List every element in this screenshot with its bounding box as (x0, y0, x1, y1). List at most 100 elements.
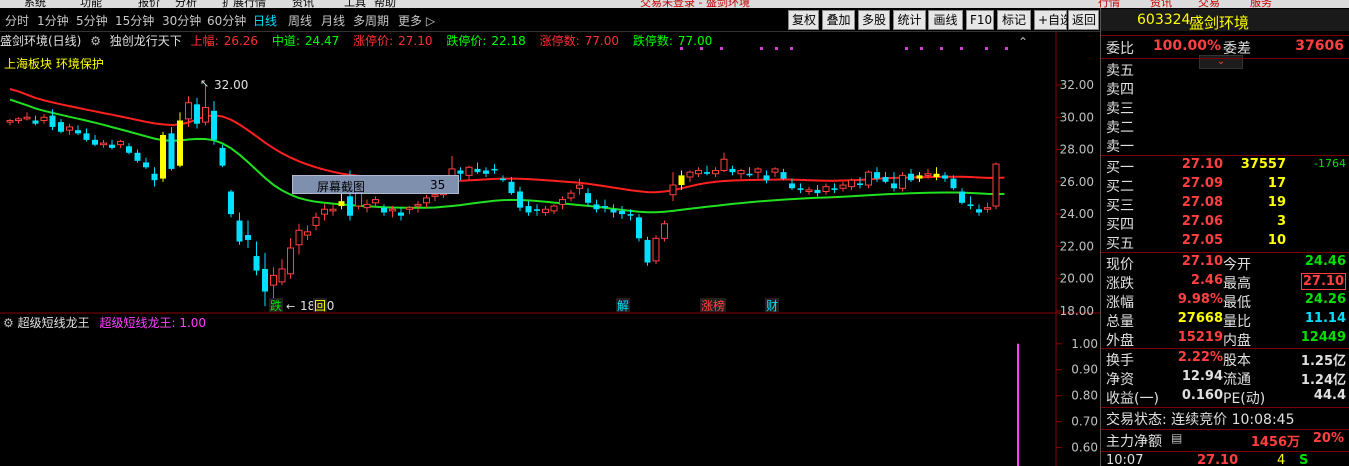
stat-label: 净资 (1106, 372, 1134, 388)
toolbar-button[interactable]: 返回 (1068, 10, 1099, 30)
main-net-value: 1456万 (1250, 435, 1300, 450)
buy-price: 27.09 (1181, 176, 1223, 191)
screenshot-tooltip[interactable]: 屏幕截图 35 (292, 175, 459, 194)
candle (219, 144, 226, 168)
stat-label-2: 今开 (1223, 257, 1251, 273)
candle (406, 206, 413, 215)
signal-dot (775, 47, 778, 50)
buy-volume: 10 (1267, 233, 1286, 248)
tick-side: S (1299, 453, 1309, 466)
candle (278, 259, 286, 286)
screenshot-value: 35 (430, 178, 446, 192)
candle (312, 212, 320, 231)
toolbar-button[interactable]: 复权 (788, 10, 819, 30)
candle (576, 178, 583, 195)
candle (363, 199, 371, 213)
candle (619, 206, 625, 219)
period-tab[interactable]: 周线 (288, 12, 312, 29)
stat-label-2: 最低 (1223, 295, 1251, 311)
stat-label-2: PE(动) (1223, 391, 1266, 407)
candle (92, 135, 98, 147)
kline-chart[interactable]: 32.00 30.00 28.00 26.00 24.00 22.00 20.00 18.00… (0, 32, 1100, 466)
event-marker[interactable]: 解 (617, 299, 629, 313)
toolbar-button[interactable]: 叠加 (822, 10, 855, 30)
candle (465, 165, 473, 181)
candle (500, 175, 506, 182)
signal-dot (920, 47, 923, 50)
candle (559, 196, 566, 210)
toolbar-button[interactable]: 统计 (893, 10, 926, 30)
candle (746, 167, 753, 177)
buy-price: 27.10 (1181, 157, 1223, 172)
period-tab[interactable]: 月线 (321, 12, 345, 29)
buy-level-label: 买五 (1106, 236, 1134, 252)
stat-value: 27.10 (1181, 254, 1223, 269)
upper-band-line (9, 88, 1005, 194)
candle (652, 235, 660, 265)
buy-level-label: 买四 (1106, 217, 1134, 233)
candle (253, 241, 260, 276)
toolbar-button[interactable]: 标记 (997, 10, 1031, 30)
candle (891, 172, 897, 192)
ind-y-tick-label: 0.80 (1071, 389, 1098, 403)
ind-y-tick-label: 0.60 (1071, 441, 1098, 455)
candle (967, 196, 974, 210)
candle (729, 165, 736, 176)
event-marker[interactable]: 回 (314, 299, 326, 313)
period-tab[interactable]: 30分钟 (162, 12, 201, 29)
event-marker[interactable]: 跌 (270, 298, 282, 313)
candle (534, 204, 540, 216)
buy-volume: 17 (1267, 176, 1286, 191)
candle (669, 172, 677, 202)
sell-level-label: 卖五 (1106, 63, 1134, 79)
mid-band-line (9, 98, 1005, 214)
period-tab[interactable]: 5分钟 (76, 12, 108, 29)
trade-status: 交易状态: 连续竞价 10:08:45 (1106, 412, 1295, 428)
toolbar-button[interactable]: F10 (966, 10, 994, 30)
stat-value-2: 11.14 (1304, 311, 1346, 326)
stock-code: 603324 (1137, 12, 1191, 28)
signal-dot (700, 47, 703, 50)
stat-value: 9.98% (1177, 292, 1223, 307)
settings-icon[interactable]: ⚙ (3, 316, 14, 330)
toolbar-button[interactable]: +自选 (1034, 10, 1072, 30)
indicator2-value-label: 超级短线龙王: (99, 316, 176, 330)
stat-label: 总量 (1106, 314, 1134, 330)
y-tick-label: 18.00 (1060, 304, 1094, 318)
buy-price: 27.08 (1181, 195, 1223, 210)
toolbar-button[interactable]: 多股 (858, 10, 890, 30)
candle (916, 172, 923, 182)
candle (194, 97, 200, 129)
sell-level-label: 卖四 (1106, 82, 1134, 98)
y-tick-label: 28.00 (1060, 143, 1094, 157)
event-marker[interactable]: 涨榜 (701, 298, 725, 313)
stat-label: 外盘 (1106, 333, 1134, 349)
y-tick-label: 22.00 (1060, 239, 1094, 253)
candle (287, 238, 294, 279)
period-tab[interactable]: 1分钟 (37, 12, 69, 29)
signal-dot (985, 47, 988, 50)
candle (321, 204, 328, 221)
collapse-icon[interactable]: ⌃ (1018, 35, 1028, 49)
candle (525, 201, 532, 216)
period-tab[interactable]: 分时 (5, 12, 29, 29)
signal-dot (960, 47, 963, 50)
candle (295, 223, 303, 255)
period-tab[interactable]: 60分钟 (207, 12, 246, 29)
candle (15, 117, 22, 124)
period-tab[interactable]: 日线 (253, 12, 277, 29)
candle (899, 172, 906, 192)
toolbar-button[interactable]: 画线 (928, 10, 963, 30)
event-marker[interactable]: 财 (766, 299, 778, 313)
stat-value-2: 1.24亿 (1300, 373, 1346, 388)
period-tab[interactable]: 多周期 (353, 12, 389, 29)
indicator2-name: 超级短线龙王 (17, 316, 90, 330)
candle (58, 118, 64, 134)
list-icon[interactable]: ▤ (1171, 431, 1182, 445)
candle (508, 176, 515, 195)
candle (109, 139, 115, 150)
period-tab[interactable]: 更多 ▷ (398, 12, 435, 29)
period-tab[interactable]: 15分钟 (115, 12, 154, 29)
candle (644, 236, 651, 266)
candle (228, 189, 234, 218)
